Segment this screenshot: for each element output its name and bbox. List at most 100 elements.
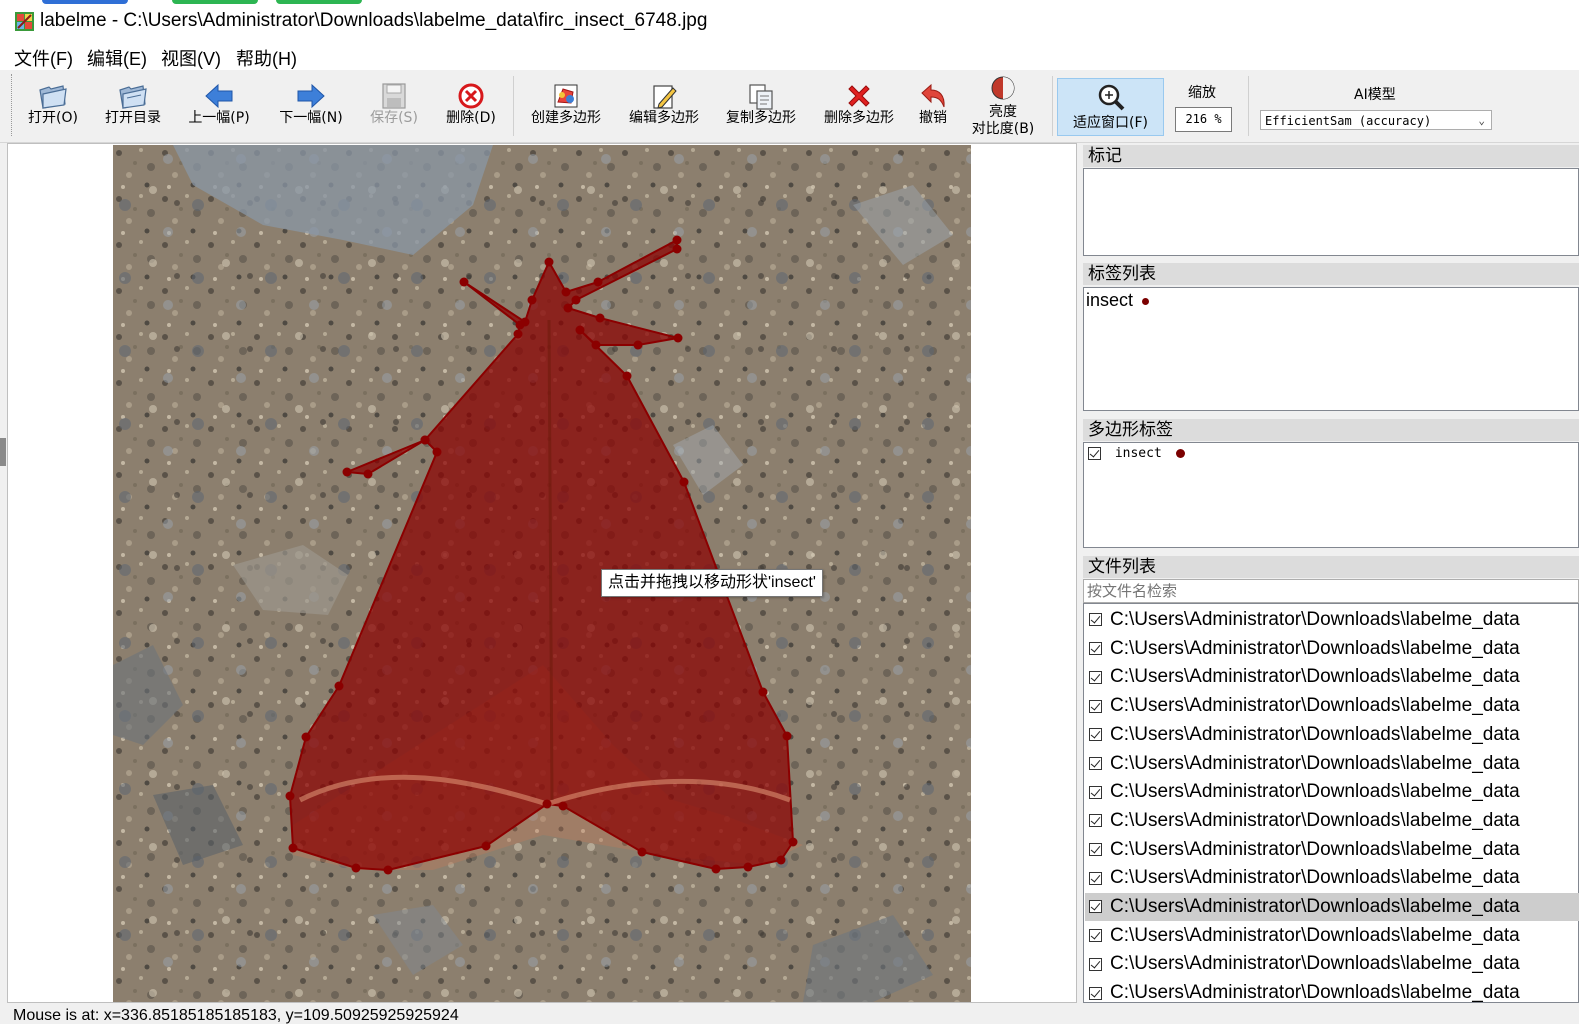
file-checkbox[interactable] <box>1089 670 1102 684</box>
file-list-item[interactable]: C:\Users\Administrator\Downloads\labelme… <box>1085 778 1579 806</box>
ai-model-select[interactable]: EfficientSam (accuracy) ⌄ <box>1260 110 1492 130</box>
prev-image-button-label: 上一幅(P) <box>188 110 250 126</box>
file-list-item[interactable]: C:\Users\Administrator\Downloads\labelme… <box>1085 893 1579 921</box>
menu-view[interactable]: 视图(V) <box>161 45 221 71</box>
toolbar-separator <box>1248 76 1249 136</box>
file-search-input[interactable] <box>1083 579 1579 603</box>
status-bar: Mouse is at: x=336.85185185185183, y=109… <box>0 1003 1579 1024</box>
polygon-label-text: insect <box>1114 446 1162 461</box>
label-list[interactable]: insect <box>1083 287 1579 411</box>
file-list-item[interactable]: C:\Users\Administrator\Downloads\labelme… <box>1085 692 1579 720</box>
next-image-button[interactable]: 下一幅(N) <box>272 70 350 140</box>
file-path-text: C:\Users\Administrator\Downloads\labelme… <box>1110 609 1520 630</box>
ai-model-selected-value: EfficientSam (accuracy) <box>1265 114 1432 128</box>
file-checkbox[interactable] <box>1089 642 1102 656</box>
file-checkbox[interactable] <box>1089 900 1102 914</box>
label-list-dock-title: 标签列表 <box>1083 263 1579 285</box>
taskbar-tab-indicator <box>276 0 362 4</box>
file-list-item[interactable]: C:\Users\Administrator\Downloads\labelme… <box>1085 721 1579 749</box>
copy-polygon-button-label: 复制多边形 <box>726 110 796 126</box>
toolbar: 打开(O) 打开目录 上一幅(P) 下一幅(N) 保存(S) 删除(D) 创建多… <box>0 70 1579 143</box>
file-checkbox[interactable] <box>1089 957 1102 971</box>
edit-polygon-button-label: 编辑多边形 <box>629 110 699 126</box>
file-list-item[interactable]: C:\Users\Administrator\Downloads\labelme… <box>1085 836 1579 864</box>
window-title: labelme - C:\Users\Administrator\Downloa… <box>40 10 708 31</box>
label-color-dot <box>1142 297 1150 305</box>
save-button[interactable]: 保存(S) <box>360 70 428 140</box>
file-checkbox[interactable] <box>1089 728 1102 742</box>
menu-help[interactable]: 帮助(H) <box>236 45 297 71</box>
file-list-item[interactable]: C:\Users\Administrator\Downloads\labelme… <box>1085 750 1579 778</box>
file-path-text: C:\Users\Administrator\Downloads\labelme… <box>1110 752 1520 774</box>
save-button-label: 保存(S) <box>370 110 418 126</box>
fit-window-button-label: 适应窗口(F) <box>1073 115 1148 131</box>
create-polygon-button[interactable]: 创建多边形 <box>522 70 610 140</box>
next-image-button-label: 下一幅(N) <box>279 110 343 126</box>
open-button-label: 打开(O) <box>28 110 78 126</box>
prev-image-button[interactable]: 上一幅(P) <box>180 70 258 140</box>
toolbar-separator <box>1052 76 1053 136</box>
brightness-contrast-icon <box>991 76 1015 100</box>
open-directory-icon <box>119 85 147 109</box>
toolbar-grip[interactable] <box>11 74 15 136</box>
polygon-visibility-checkbox[interactable] <box>1088 447 1101 460</box>
arrow-right-icon <box>297 83 325 109</box>
left-dock-handle[interactable] <box>0 438 6 466</box>
open-dir-button[interactable]: 打开目录 <box>96 70 170 140</box>
file-checkbox[interactable] <box>1089 814 1102 828</box>
delete-circle-icon <box>458 83 484 109</box>
file-checkbox[interactable] <box>1089 871 1102 885</box>
delete-file-button-label: 删除(D) <box>446 110 496 126</box>
polygon-labels-list[interactable]: insect <box>1083 442 1579 548</box>
labelme-app-icon <box>15 12 34 31</box>
edit-polygon-button[interactable]: 编辑多边形 <box>620 70 708 140</box>
file-checkbox[interactable] <box>1089 986 1102 1000</box>
copy-polygon-button[interactable]: 复制多边形 <box>717 70 805 140</box>
file-list-item[interactable]: C:\Users\Administrator\Downloads\labelme… <box>1085 864 1579 892</box>
label-list-item-text: insect <box>1086 290 1134 310</box>
file-checkbox[interactable] <box>1089 929 1102 943</box>
menu-file[interactable]: 文件(F) <box>14 45 73 71</box>
brightness-contrast-button[interactable]: 亮度 对比度(B) <box>963 70 1043 140</box>
file-checkbox[interactable] <box>1089 785 1102 799</box>
flags-dock-title: 标记 <box>1083 145 1579 167</box>
fit-window-button[interactable]: 适应窗口(F) <box>1057 78 1164 136</box>
tooltip: 点击并拖拽以移动形状'insect' <box>601 569 823 597</box>
file-list-item[interactable]: C:\Users\Administrator\Downloads\labelme… <box>1085 635 1579 663</box>
open-folder-icon <box>39 85 67 109</box>
open-button[interactable]: 打开(O) <box>18 70 88 140</box>
file-path-text: C:\Users\Administrator\Downloads\labelme… <box>1110 666 1520 688</box>
canvas-image <box>113 145 971 1002</box>
delete-polygon-button[interactable]: 删除多边形 <box>815 70 903 140</box>
taskbar-tab-indicator <box>172 0 258 4</box>
label-list-item[interactable]: insect <box>1086 289 1150 311</box>
polygon-label-item[interactable]: insect <box>1088 446 1185 462</box>
copy-icon <box>749 84 773 110</box>
file-list-item[interactable]: C:\Users\Administrator\Downloads\labelme… <box>1085 663 1579 691</box>
file-path-text: C:\Users\Administrator\Downloads\labelme… <box>1110 637 1520 659</box>
file-path-text: C:\Users\Administrator\Downloads\labelme… <box>1110 781 1520 803</box>
file-checkbox[interactable] <box>1089 843 1102 857</box>
file-checkbox[interactable] <box>1089 613 1102 627</box>
file-path-text: C:\Users\Administrator\Downloads\labelme… <box>1110 896 1520 917</box>
file-list-item[interactable]: C:\Users\Administrator\Downloads\labelme… <box>1085 807 1579 835</box>
delete-file-button[interactable]: 删除(D) <box>438 70 504 140</box>
file-checkbox[interactable] <box>1089 699 1102 713</box>
zoom-label: 缩放 <box>1188 85 1216 101</box>
polygon-labels-dock-title: 多边形标签 <box>1083 419 1579 441</box>
undo-button[interactable]: 撤销 <box>908 70 958 140</box>
file-list-item[interactable]: C:\Users\Administrator\Downloads\labelme… <box>1085 606 1579 634</box>
file-path-text: C:\Users\Administrator\Downloads\labelme… <box>1110 838 1520 860</box>
menu-bar: 文件(F) 编辑(E) 视图(V) 帮助(H) <box>0 42 1579 70</box>
create-polygon-icon <box>554 84 578 108</box>
zoom-value-field[interactable]: 216 % <box>1175 107 1232 132</box>
file-list-item[interactable]: C:\Users\Administrator\Downloads\labelme… <box>1085 922 1579 950</box>
menu-edit[interactable]: 编辑(E) <box>87 45 147 71</box>
brightness-label-line1: 亮度 <box>989 104 1017 120</box>
ai-model-label: AI模型 <box>1354 87 1396 103</box>
red-x-icon <box>848 85 870 107</box>
file-checkbox[interactable] <box>1089 756 1102 770</box>
chevron-down-icon: ⌄ <box>1478 114 1485 127</box>
file-list-item[interactable]: C:\Users\Administrator\Downloads\labelme… <box>1085 950 1579 978</box>
flags-list[interactable] <box>1083 168 1579 256</box>
